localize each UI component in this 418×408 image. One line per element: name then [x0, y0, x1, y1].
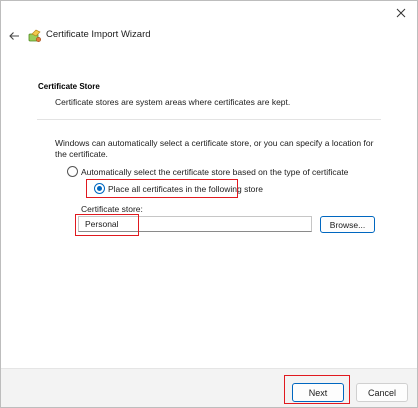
store-selection-info: Windows can automatically select a certi…	[55, 138, 374, 159]
auto-select-store-option[interactable]: Automatically select the certificate sto…	[67, 166, 348, 177]
browse-button[interactable]: Browse...	[320, 216, 375, 233]
section-title: Certificate Store	[38, 82, 100, 91]
close-button[interactable]	[393, 5, 409, 21]
wizard-footer	[1, 368, 417, 407]
wizard-header: Certificate Import Wizard	[1, 25, 417, 47]
back-button[interactable]	[6, 28, 22, 44]
close-icon	[396, 8, 406, 18]
certificate-icon	[28, 29, 42, 43]
certificate-store-label: Certificate store:	[81, 204, 143, 214]
section-divider	[37, 119, 381, 120]
place-option-highlight	[86, 179, 238, 198]
store-field-highlight	[75, 214, 139, 236]
cancel-button[interactable]: Cancel	[356, 383, 408, 402]
wizard-title: Certificate Import Wizard	[46, 29, 151, 40]
auto-select-radio[interactable]	[67, 166, 78, 177]
section-subtitle: Certificate stores are system areas wher…	[55, 97, 291, 107]
auto-select-label: Automatically select the certificate sto…	[81, 166, 349, 177]
next-button-highlight	[284, 375, 350, 404]
back-arrow-icon	[9, 32, 19, 40]
certificate-import-wizard-window: Certificate Import Wizard Certificate St…	[0, 0, 418, 408]
